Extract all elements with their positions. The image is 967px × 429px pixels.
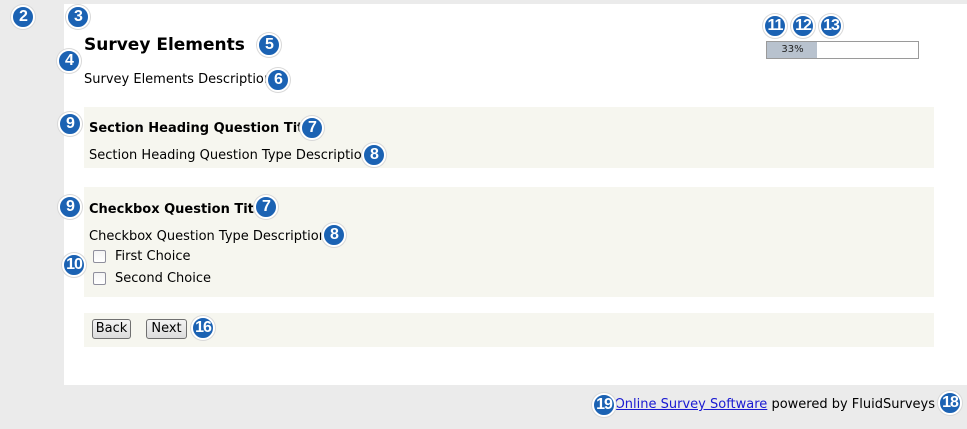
- online-survey-software-link[interactable]: Online Survey Software: [615, 397, 768, 412]
- badge-7: 7: [254, 195, 278, 219]
- badge-3: 3: [66, 5, 90, 29]
- section-heading-question: Section Heading Question Title Section H…: [84, 107, 934, 168]
- badge-5: 5: [257, 33, 281, 57]
- next-button[interactable]: Next: [146, 319, 187, 339]
- badge-18: 18: [938, 391, 962, 415]
- badge-9: 9: [58, 112, 82, 136]
- badge-4: 4: [57, 49, 81, 73]
- checkbox[interactable]: [93, 250, 106, 263]
- badge-8: 8: [362, 143, 386, 167]
- choice-label: First Choice: [115, 249, 191, 264]
- badge-2: 2: [11, 5, 35, 29]
- badge-9: 9: [58, 195, 82, 219]
- survey-title: Survey Elements: [84, 35, 245, 55]
- badge-16: 16: [191, 316, 215, 340]
- progress-label: 33%: [781, 44, 804, 55]
- question-description: Section Heading Question Type Descriptio…: [89, 148, 370, 163]
- badge-11: 11: [763, 14, 787, 38]
- progress-bar: 33%: [766, 41, 919, 59]
- choice-label: Second Choice: [115, 271, 212, 286]
- choice-first[interactable]: First Choice: [93, 249, 191, 264]
- footer: Online Survey Software powered by FluidS…: [615, 397, 935, 412]
- badge-13: 13: [819, 14, 843, 38]
- powered-by-text: powered by FluidSurveys: [771, 397, 935, 412]
- back-button[interactable]: Back: [92, 319, 131, 339]
- checkbox[interactable]: [93, 272, 106, 285]
- question-description: Checkbox Question Type Description: [89, 229, 327, 244]
- checkbox-question: Checkbox Question Title Checkbox Questio…: [84, 187, 934, 297]
- survey-description: Survey Elements Description: [84, 72, 273, 87]
- question-title: Section Heading Question Title: [89, 121, 317, 136]
- badge-19: 19: [592, 393, 616, 417]
- badge-12: 12: [791, 14, 815, 38]
- badge-8: 8: [322, 223, 346, 247]
- badge-6: 6: [266, 68, 290, 92]
- choice-second[interactable]: Second Choice: [93, 271, 211, 286]
- badge-7: 7: [300, 116, 324, 140]
- badge-10: 10: [62, 253, 86, 277]
- question-title: Checkbox Question Title: [89, 202, 268, 217]
